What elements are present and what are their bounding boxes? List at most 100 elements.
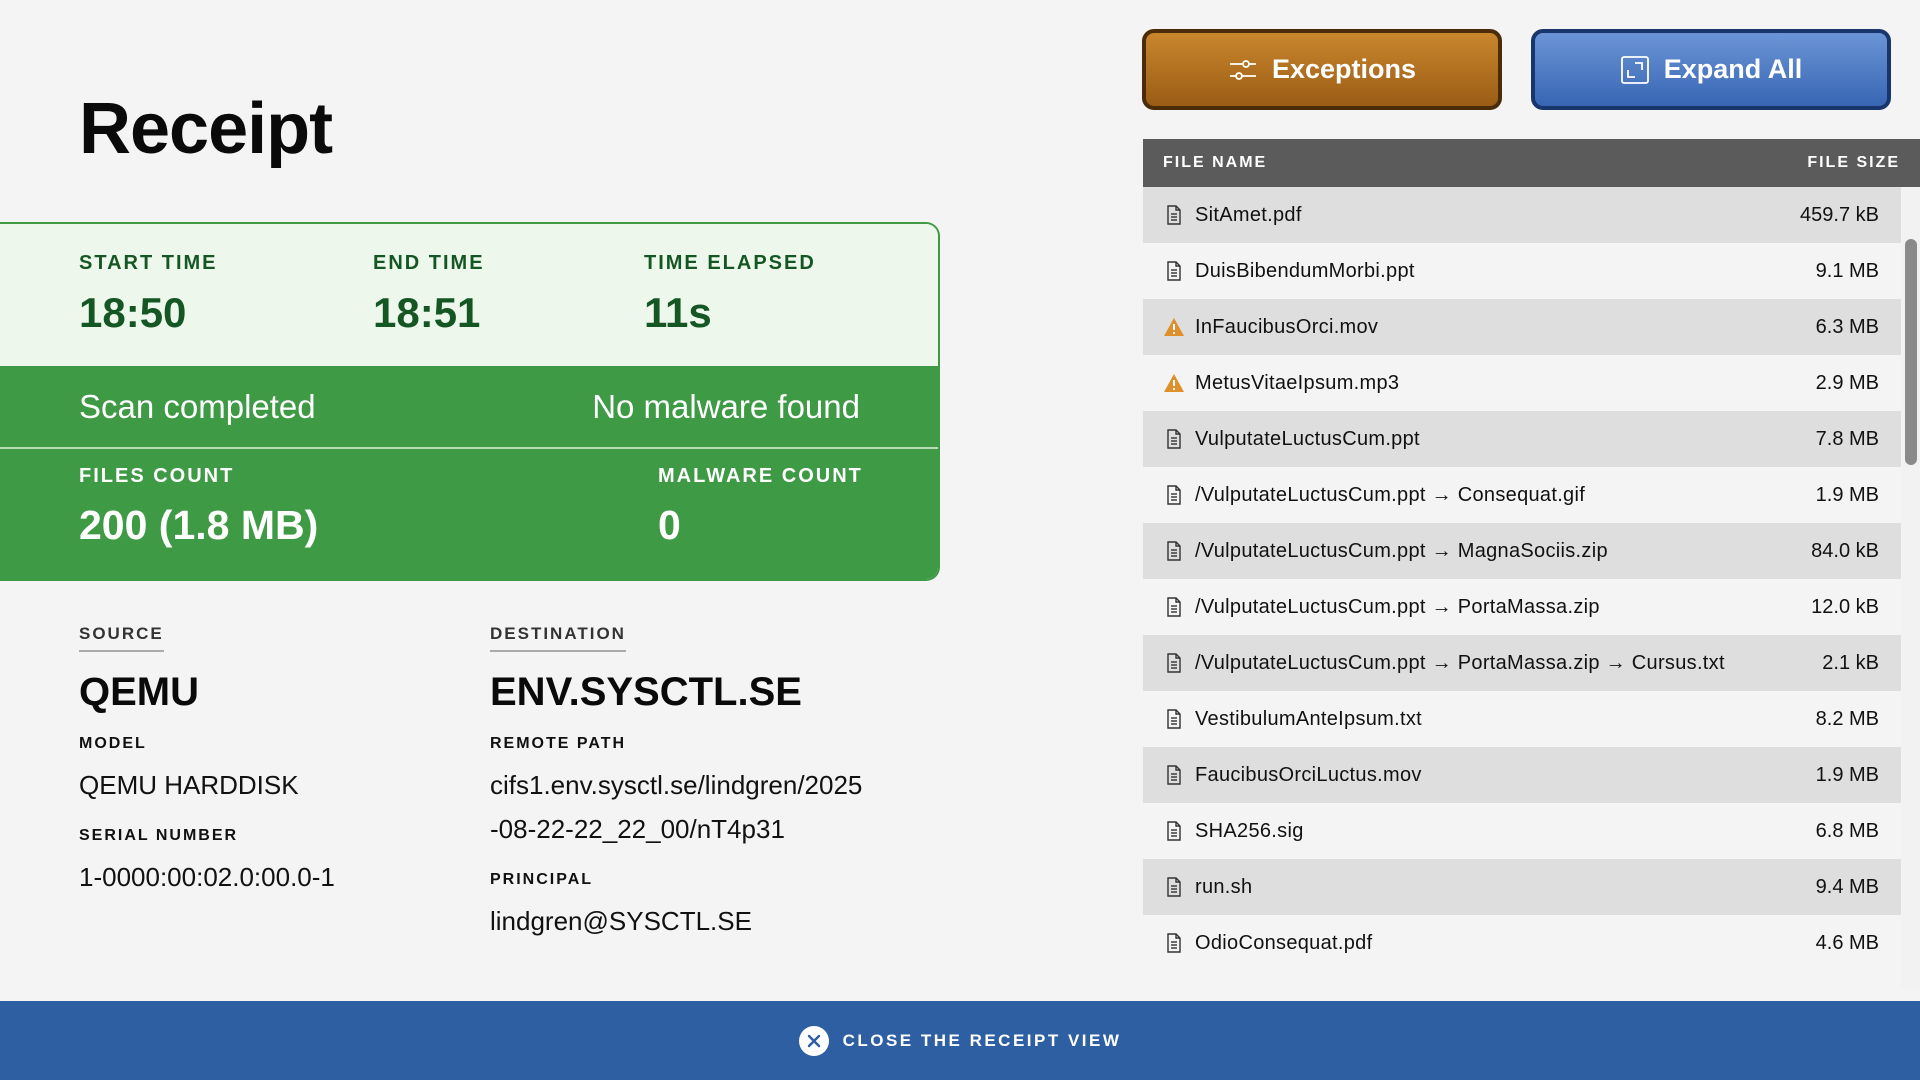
file-icon xyxy=(1163,260,1185,282)
file-size-cell: 8.2 MB xyxy=(1815,707,1879,730)
file-size-cell: 7.8 MB xyxy=(1815,427,1879,450)
exceptions-button[interactable]: Exceptions xyxy=(1142,29,1502,110)
file-icon xyxy=(1163,204,1185,226)
table-row[interactable]: InFaucibusOrci.mov 6.3 MB xyxy=(1143,299,1901,355)
scan-result: No malware found xyxy=(592,387,860,425)
page-title: Receipt xyxy=(79,89,333,169)
file-icon xyxy=(1163,708,1185,730)
file-name-cell: /VulputateLuctusCum.ppt → PortaMassa.zip xyxy=(1195,595,1600,618)
scan-status: Scan completed xyxy=(79,387,316,425)
file-icon xyxy=(1163,428,1185,450)
file-size-cell: 459.7 kB xyxy=(1800,203,1879,226)
table-row[interactable]: /VulputateLuctusCum.ppt → PortaMassa.zip… xyxy=(1143,579,1901,635)
scan-summary-card: START TIME 18:50 END TIME 18:51 TIME ELA… xyxy=(0,222,940,581)
file-size-cell: 84.0 kB xyxy=(1811,539,1879,562)
elapsed-value: 11s xyxy=(644,289,712,336)
file-size-cell: 9.1 MB xyxy=(1815,259,1879,282)
serial-value: 1-0000:00:02.0:00.0-1 xyxy=(79,862,335,892)
file-icon xyxy=(1163,596,1185,618)
source-name: QEMU xyxy=(79,670,199,714)
source-heading: SOURCE xyxy=(79,624,164,652)
file-size-cell: 6.8 MB xyxy=(1815,819,1879,842)
file-name-cell: run.sh xyxy=(1195,875,1253,898)
model-value: QEMU HARDDISK xyxy=(79,770,299,800)
exceptions-label: Exceptions xyxy=(1271,54,1417,84)
files-count-value: 200 (1.8 MB) xyxy=(79,502,319,548)
warning-icon xyxy=(1163,316,1185,338)
table-body: SitAmet.pdf 459.7 kB DuisBibendumMorbi.ppt… xyxy=(1143,187,1920,989)
remote-path-value: cifs1.env.sysctl.se/lindgren/2025-08-22-… xyxy=(490,770,863,844)
scrollbar-track[interactable] xyxy=(1901,187,1920,989)
table-row[interactable]: DuisBibendumMorbi.ppt 9.1 MB xyxy=(1143,243,1901,299)
malware-count-value: 0 xyxy=(658,502,681,548)
file-table: FILE NAME FILE SIZE SitAmet.pdf 459.7 kB D… xyxy=(1143,139,1920,989)
counts-section: FILES COUNT 200 (1.8 MB) MALWARE COUNT 0 xyxy=(0,449,938,579)
file-icon xyxy=(1163,820,1185,842)
file-size-cell: 2.1 kB xyxy=(1822,651,1879,674)
file-icon xyxy=(1163,932,1185,954)
column-file-size: FILE SIZE xyxy=(1807,154,1900,171)
close-icon xyxy=(798,1025,829,1056)
table-row[interactable]: run.sh 9.4 MB xyxy=(1143,859,1901,915)
destination-name: ENV.SYSCTL.SE xyxy=(490,670,802,714)
file-size-cell: 1.9 MB xyxy=(1815,763,1879,786)
destination-info: DESTINATION ENV.SYSCTL.SE REMOTE PATH ci… xyxy=(490,624,870,943)
table-row[interactable]: FaucibusOrciLuctus.mov 1.9 MB xyxy=(1143,747,1901,803)
file-name-cell: /VulputateLuctusCum.ppt → PortaMassa.zip… xyxy=(1195,651,1725,674)
table-header: FILE NAME FILE SIZE xyxy=(1143,139,1920,187)
end-time-block: END TIME 18:51 xyxy=(373,252,485,337)
time-section: START TIME 18:50 END TIME 18:51 TIME ELA… xyxy=(0,224,938,366)
file-size-cell: 9.4 MB xyxy=(1815,875,1879,898)
principal-value: lindgren@SYSCTL.SE xyxy=(490,906,752,936)
file-size-cell: 6.3 MB xyxy=(1815,315,1879,338)
table-row[interactable]: /VulputateLuctusCum.ppt → MagnaSociis.zi… xyxy=(1143,523,1901,579)
file-icon xyxy=(1163,540,1185,562)
end-time-value: 18:51 xyxy=(373,289,481,336)
file-size-cell: 2.9 MB xyxy=(1815,371,1879,394)
expand-all-label: Expand All xyxy=(1663,54,1803,84)
files-count-block: FILES COUNT 200 (1.8 MB) xyxy=(79,465,318,549)
elapsed-block: TIME ELAPSED 11s xyxy=(644,252,816,337)
file-name-cell: FaucibusOrciLuctus.mov xyxy=(1195,763,1422,786)
table-row[interactable]: SitAmet.pdf 459.7 kB xyxy=(1143,187,1901,243)
table-row[interactable]: MetusVitaeIpsum.mp3 2.9 MB xyxy=(1143,355,1901,411)
elapsed-label: TIME ELAPSED xyxy=(644,252,816,274)
table-row[interactable]: /VulputateLuctusCum.ppt → PortaMassa.zip… xyxy=(1143,635,1901,691)
file-name-cell: DuisBibendumMorbi.ppt xyxy=(1195,259,1415,282)
file-name-cell: SHA256.sig xyxy=(1195,819,1304,842)
source-info: SOURCE QEMU MODEL QEMU HARDDISK SERIAL N… xyxy=(79,624,335,899)
malware-count-label: MALWARE COUNT xyxy=(658,465,863,487)
file-name-cell: /VulputateLuctusCum.ppt → Consequat.gif xyxy=(1195,483,1586,506)
model-label: MODEL xyxy=(79,735,147,752)
remote-path-label: REMOTE PATH xyxy=(490,735,627,752)
expand-all-button[interactable]: Expand All xyxy=(1531,29,1891,110)
start-time-value: 18:50 xyxy=(79,289,187,336)
file-name-cell: VulputateLuctusCum.ppt xyxy=(1195,427,1420,450)
start-time-block: START TIME 18:50 xyxy=(79,252,218,337)
close-receipt-label: CLOSE THE RECEIPT VIEW xyxy=(842,1030,1122,1050)
table-row[interactable]: OdioConsequat.pdf 4.6 MB xyxy=(1143,915,1901,971)
file-name-cell: InFaucibusOrci.mov xyxy=(1195,315,1379,338)
table-row[interactable]: VulputateLuctusCum.ppt 7.8 MB xyxy=(1143,411,1901,467)
file-name-cell: OdioConsequat.pdf xyxy=(1195,931,1373,954)
serial-label: SERIAL NUMBER xyxy=(79,827,239,844)
close-receipt-button[interactable]: CLOSE THE RECEIPT VIEW xyxy=(0,1001,1920,1080)
start-time-label: START TIME xyxy=(79,252,218,274)
file-icon xyxy=(1163,652,1185,674)
table-row[interactable]: VestibulumAnteIpsum.txt 8.2 MB xyxy=(1143,691,1901,747)
file-size-cell: 4.6 MB xyxy=(1815,931,1879,954)
destination-heading: DESTINATION xyxy=(490,624,626,652)
file-name-cell: MetusVitaeIpsum.mp3 xyxy=(1195,371,1400,394)
status-bar: Scan completed No malware found xyxy=(0,366,938,449)
file-size-cell: 1.9 MB xyxy=(1815,483,1879,506)
warning-icon xyxy=(1163,372,1185,394)
expand-icon xyxy=(1620,55,1650,85)
table-row[interactable]: /VulputateLuctusCum.ppt → Consequat.gif 1… xyxy=(1143,467,1901,523)
file-icon xyxy=(1163,484,1185,506)
scrollbar-thumb[interactable] xyxy=(1905,239,1917,465)
sliders-icon xyxy=(1228,55,1258,85)
end-time-label: END TIME xyxy=(373,252,485,274)
table-row[interactable]: SHA256.sig 6.8 MB xyxy=(1143,803,1901,859)
principal-label: PRINCIPAL xyxy=(490,871,594,888)
file-icon xyxy=(1163,876,1185,898)
